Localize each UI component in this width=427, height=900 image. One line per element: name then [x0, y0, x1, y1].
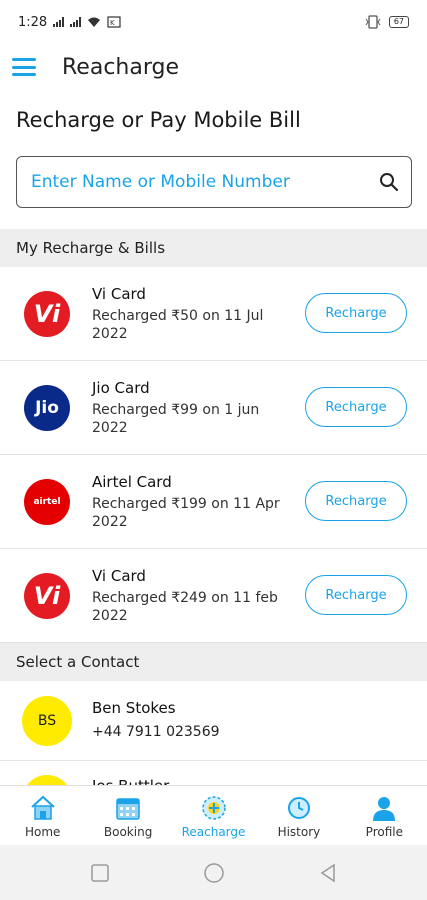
signal-icon-2 [70, 17, 82, 27]
history-icon [287, 797, 310, 819]
recharge-icon [201, 796, 226, 820]
bill-row: Vi Vi Card Recharged ₹249 on 11 feb 2022… [0, 549, 427, 643]
nav-item-home[interactable]: Home [0, 786, 85, 845]
bill-row: Jio Jio Card Recharged ₹99 on 1 jun 2022… [0, 361, 427, 455]
nav-item-reacharge[interactable]: Reacharge [171, 786, 256, 845]
page-title: Recharge or Pay Mobile Bill [16, 108, 301, 132]
app-bar: Reacharge [0, 44, 427, 90]
bill-detail: Recharged ₹249 on 11 feb 2022 [92, 590, 278, 624]
nav-item-booking[interactable]: Booking [85, 786, 170, 845]
recharge-button[interactable]: Recharge [305, 293, 407, 333]
svg-text:K: K [110, 19, 115, 27]
profile-icon [373, 797, 396, 821]
bill-detail: Recharged ₹199 on 11 Apr 2022 [92, 496, 280, 530]
section-header-bills: My Recharge & Bills [0, 229, 427, 267]
nav-label: History [277, 825, 321, 839]
home-icon [31, 795, 55, 820]
nav-label: Reacharge [181, 825, 246, 839]
bill-name: Vi Card [92, 285, 146, 303]
bill-name: Airtel Card [92, 473, 172, 491]
recent-apps-icon[interactable] [89, 862, 111, 884]
contact-phone: +44 7911 023569 [92, 724, 220, 740]
status-bar: 1:28 K 67 [0, 0, 427, 44]
calendar-icon [116, 798, 140, 820]
nav-label: Home [24, 825, 61, 839]
recharge-button[interactable]: Recharge [305, 575, 407, 615]
bill-detail: Recharged ₹99 on 1 jun 2022 [92, 402, 260, 436]
bill-row: Vi Vi Card Recharged ₹50 on 11 Jul 2022 … [0, 267, 427, 361]
vi-logo-icon: Vi [24, 291, 70, 337]
signal-icon [53, 17, 65, 27]
nav-item-history[interactable]: History [256, 786, 341, 845]
menu-icon[interactable] [12, 58, 36, 76]
nav-item-profile[interactable]: Profile [342, 786, 427, 845]
bill-name: Jio Card [92, 379, 150, 397]
airtel-logo-icon: airtel [24, 479, 70, 525]
app-title: Reacharge [62, 54, 179, 80]
search-input[interactable] [29, 171, 379, 193]
bill-detail: Recharged ₹50 on 11 Jul 2022 [92, 308, 264, 342]
nav-label: Booking [103, 825, 153, 839]
section-header-contacts: Select a Contact [0, 643, 427, 681]
home-button-icon[interactable] [203, 862, 225, 884]
recharge-button[interactable]: Recharge [305, 387, 407, 427]
back-icon[interactable] [317, 862, 339, 884]
contact-name: Ben Stokes [92, 699, 176, 717]
recharge-button[interactable]: Recharge [305, 481, 407, 521]
data-speed-icon: K [107, 16, 121, 28]
system-nav-bar [0, 845, 427, 900]
nav-label: Profile [365, 825, 403, 839]
bill-row: airtel Airtel Card Recharged ₹199 on 11 … [0, 455, 427, 549]
search-icon[interactable] [379, 172, 399, 192]
bill-name: Vi Card [92, 567, 146, 585]
battery-icon: 67 [388, 16, 409, 28]
contact-row[interactable]: BS Ben Stokes +44 7911 023569 [0, 681, 427, 761]
vibrate-icon [365, 15, 381, 29]
avatar: BS [22, 696, 72, 746]
wifi-icon [88, 17, 101, 27]
bottom-nav: Home Booking Reacharge History Profile [0, 785, 427, 845]
jio-logo-icon: Jio [24, 385, 70, 431]
search-field[interactable] [16, 156, 412, 208]
vi-logo-icon: Vi [24, 573, 70, 619]
status-time: 1:28 [18, 14, 48, 30]
